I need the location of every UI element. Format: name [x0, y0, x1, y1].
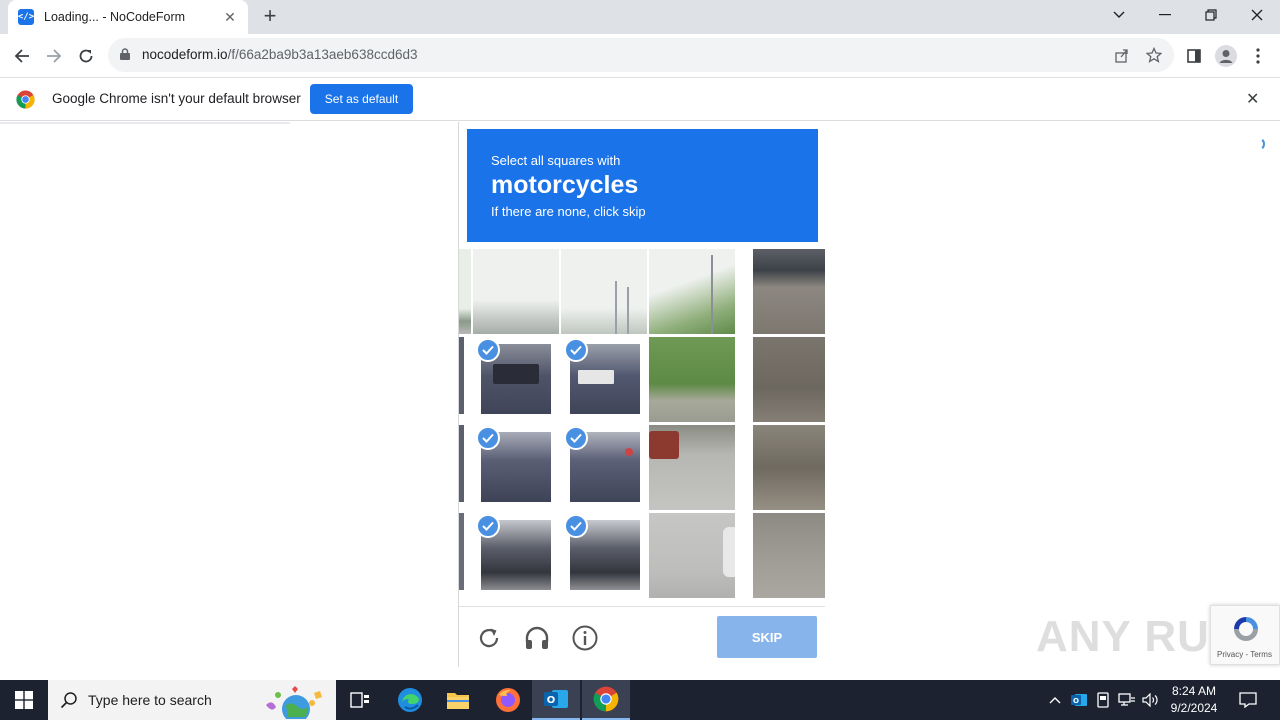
challenge-tile[interactable] — [459, 337, 464, 414]
audio-challenge-headphones-icon[interactable] — [523, 624, 551, 652]
outlook-tray-icon[interactable]: O — [1068, 680, 1090, 720]
reload-button[interactable] — [72, 42, 100, 70]
set-as-default-button[interactable]: Set as default — [310, 84, 413, 114]
restore-button[interactable] — [1188, 0, 1234, 30]
start-button[interactable] — [0, 680, 48, 720]
challenge-tile[interactable] — [561, 249, 647, 334]
loading-spinner-icon — [1251, 137, 1265, 151]
challenge-tile[interactable] — [459, 513, 464, 590]
challenge-tile[interactable] — [753, 337, 825, 422]
recaptcha-terms[interactable]: Privacy - Terms — [1217, 650, 1272, 659]
recaptcha-badge[interactable]: Privacy - Terms — [1210, 605, 1280, 665]
notification-center-icon[interactable] — [1234, 680, 1262, 720]
windows-logo-icon — [15, 691, 33, 709]
minimize-button[interactable] — [1142, 0, 1188, 30]
side-panel-icon[interactable] — [1180, 42, 1208, 70]
chrome-menu-icon[interactable] — [1244, 42, 1272, 70]
prompt-target: motorcycles — [491, 171, 639, 199]
selected-check-icon — [476, 426, 500, 450]
challenge-prompt: Select all squares with motorcycles If t… — [467, 129, 818, 242]
selected-check-icon — [564, 426, 588, 450]
footer-divider — [459, 606, 825, 607]
edge-icon[interactable] — [386, 680, 434, 720]
clock-date: 9/2/2024 — [1170, 701, 1218, 715]
firefox-icon[interactable] — [484, 680, 532, 720]
browser-tab[interactable]: </> Loading... - NoCodeForm ✕ — [8, 0, 248, 34]
page-divider — [0, 122, 290, 124]
nocodeform-favicon-icon: </> — [18, 9, 34, 25]
hcaptcha-challenge: Select all squares with motorcycles If t… — [458, 122, 826, 667]
taskbar-search-box[interactable]: Type here to search — [48, 680, 336, 720]
challenge-tile[interactable] — [649, 425, 735, 510]
new-tab-button[interactable]: + — [258, 5, 282, 29]
search-highlight-globe-icon — [266, 686, 322, 719]
selected-check-icon — [564, 338, 588, 362]
url-host: nocodeform.io — [142, 47, 228, 62]
tab-search-chevron-icon[interactable] — [1096, 0, 1142, 30]
file-explorer-icon[interactable] — [434, 680, 482, 720]
search-placeholder: Type here to search — [88, 692, 212, 708]
back-button[interactable] — [8, 42, 36, 70]
share-icon[interactable] — [1112, 45, 1132, 65]
challenge-tile[interactable] — [459, 425, 464, 502]
infobar-close-icon[interactable]: ✕ — [1246, 89, 1259, 109]
selected-check-icon — [564, 514, 588, 538]
lock-icon — [120, 48, 130, 60]
prompt-instruction: Select all squares with — [491, 153, 621, 168]
challenge-tile[interactable] — [753, 425, 825, 510]
url-text: nocodeform.io/f/66a2ba9b3a13aeb638ccd6d3 — [142, 47, 418, 62]
challenge-tile[interactable] — [649, 249, 735, 334]
challenge-tile[interactable] — [753, 513, 825, 598]
selected-check-icon — [476, 514, 500, 538]
page-content: Select all squares with motorcycles If t… — [0, 122, 1280, 680]
bookmark-star-icon[interactable] — [1144, 45, 1164, 65]
infobar-message: Google Chrome isn't your default browser — [52, 91, 301, 106]
clock-time: 8:24 AM — [1171, 684, 1217, 698]
show-hidden-icons-chevron-icon[interactable] — [1044, 680, 1066, 720]
default-browser-infobar: Google Chrome isn't your default browser… — [0, 78, 1280, 121]
taskbar-clock[interactable]: 8:24 AM 9/2/2024 — [1162, 683, 1226, 717]
challenge-tile[interactable] — [459, 249, 471, 334]
tab-close-icon[interactable]: ✕ — [222, 9, 238, 26]
prompt-skip-hint: If there are none, click skip — [491, 204, 646, 219]
profile-avatar-icon[interactable] — [1212, 42, 1240, 70]
volume-icon[interactable] — [1140, 680, 1162, 720]
device-tray-icon[interactable] — [1092, 680, 1114, 720]
challenge-tile[interactable] — [473, 249, 559, 334]
chrome-logo-icon — [16, 90, 35, 109]
challenge-tile[interactable] — [753, 249, 825, 334]
browser-toolbar: nocodeform.io/f/66a2ba9b3a13aeb638ccd6d3 — [0, 34, 1280, 78]
tab-strip: </> Loading... - NoCodeForm ✕ + — [0, 0, 1280, 34]
address-bar[interactable]: nocodeform.io/f/66a2ba9b3a13aeb638ccd6d3 — [108, 38, 1174, 72]
url-path: /f/66a2ba9b3a13aeb638ccd6d3 — [227, 47, 418, 62]
windows-taskbar: Type here to search O O 8:24 AM 9/2/2024 — [0, 680, 1280, 720]
info-icon[interactable] — [571, 624, 599, 652]
close-window-button[interactable] — [1234, 0, 1280, 30]
network-icon[interactable] — [1116, 680, 1138, 720]
task-view-icon[interactable] — [336, 680, 384, 720]
recaptcha-logo-icon — [1234, 617, 1258, 641]
chrome-taskbar-icon[interactable] — [582, 680, 630, 720]
challenge-tile[interactable] — [649, 337, 735, 422]
skip-button[interactable]: SKIP — [717, 616, 817, 658]
refresh-challenge-icon[interactable] — [475, 624, 503, 652]
challenge-tile[interactable] — [649, 513, 735, 598]
outlook-icon[interactable]: O — [532, 680, 580, 720]
forward-button[interactable] — [40, 42, 68, 70]
tab-title: Loading... - NoCodeForm — [44, 10, 186, 24]
search-icon — [60, 692, 77, 709]
selected-check-icon — [476, 338, 500, 362]
svg-text:O: O — [547, 695, 556, 706]
svg-text:O: O — [1073, 697, 1079, 705]
